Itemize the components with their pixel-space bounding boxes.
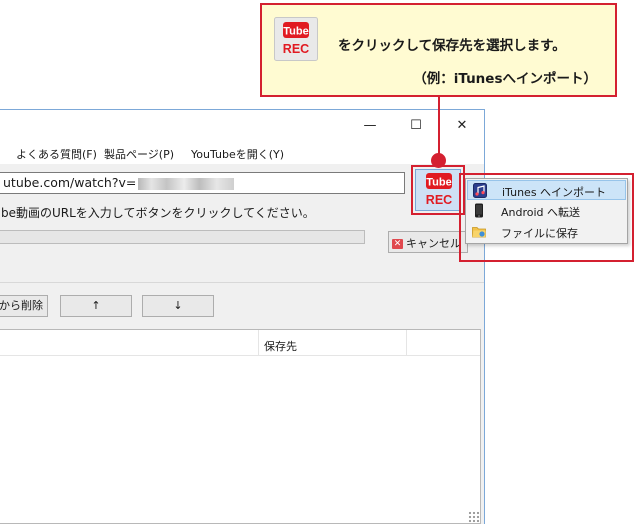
- move-down-button[interactable]: ↓: [142, 295, 214, 317]
- column-header-destination[interactable]: 保存先: [264, 338, 297, 354]
- tube-rec-logo-bottom: REC: [283, 42, 309, 56]
- tube-rec-button[interactable]: Tube REC: [415, 169, 461, 211]
- save-destination-menu: iTunes へインポート Android へ転送 ファイルに保存: [465, 178, 628, 244]
- callout-text-line2: （例：iTunesへインポート）: [413, 71, 597, 87]
- cancel-button[interactable]: ✕ キャンセル: [388, 231, 468, 253]
- tube-rec-logo-top: Tube: [283, 26, 308, 38]
- cancel-label: キャンセル: [406, 237, 461, 250]
- callout-text-line1: をクリックして保存先を選択します。: [338, 38, 566, 54]
- url-input[interactable]: utube.com/watch?v=: [0, 172, 405, 194]
- rec-icon-bottom: REC: [426, 193, 452, 207]
- itunes-icon: [473, 183, 487, 198]
- column-divider[interactable]: [258, 330, 259, 356]
- divider: [0, 282, 484, 283]
- tube-rec-icon: Tube REC: [426, 173, 452, 207]
- table-header: 保存先: [0, 330, 480, 356]
- close-button[interactable]: ✕: [439, 110, 485, 142]
- menu-item-label: iTunes へインポート: [502, 186, 607, 199]
- menu-bar: よくある質問(F) 製品ページ(P) YouTubeを開く(Y): [0, 142, 484, 164]
- folder-icon: [472, 227, 486, 238]
- url-value: utube.com/watch?v=: [3, 175, 137, 190]
- url-obscured-part: [138, 177, 235, 190]
- menu-open-youtube[interactable]: YouTubeを開く(Y): [191, 146, 284, 162]
- menu-item-label: ファイルに保存: [501, 227, 578, 240]
- menu-faq[interactable]: よくある質問(F): [16, 146, 97, 162]
- menu-item-itunes-import[interactable]: iTunes へインポート: [467, 180, 626, 200]
- tube-rec-logo-icon: Tube REC: [274, 17, 318, 61]
- maximize-button[interactable]: ☐: [393, 110, 439, 142]
- instruction-text: be動画のURLを入力してボタンをクリックしてください。: [1, 206, 315, 220]
- title-bar: — ☐ ✕: [0, 110, 484, 142]
- resize-grip-icon[interactable]: [468, 511, 480, 523]
- move-up-button[interactable]: ↑: [60, 295, 132, 317]
- menu-item-label: Android へ転送: [501, 206, 581, 219]
- callout-connector: [438, 97, 440, 159]
- remove-from-list-button[interactable]: から削除: [0, 295, 48, 317]
- rec-icon-top: Tube: [426, 177, 451, 189]
- menu-item-android-transfer[interactable]: Android へ転送: [467, 201, 626, 221]
- menu-product-page[interactable]: 製品ページ(P): [104, 146, 174, 162]
- instruction-callout: Tube REC をクリックして保存先を選択します。 （例：iTunesへインポ…: [260, 3, 617, 97]
- column-divider[interactable]: [406, 330, 407, 356]
- download-list-table: 保存先: [0, 329, 481, 524]
- callout-connector-dot: [431, 153, 446, 168]
- cancel-icon: ✕: [392, 239, 403, 249]
- minimize-button[interactable]: —: [347, 110, 393, 142]
- menu-item-save-file[interactable]: ファイルに保存: [467, 222, 626, 242]
- progress-bar: [0, 230, 365, 244]
- android-phone-icon: [475, 203, 483, 218]
